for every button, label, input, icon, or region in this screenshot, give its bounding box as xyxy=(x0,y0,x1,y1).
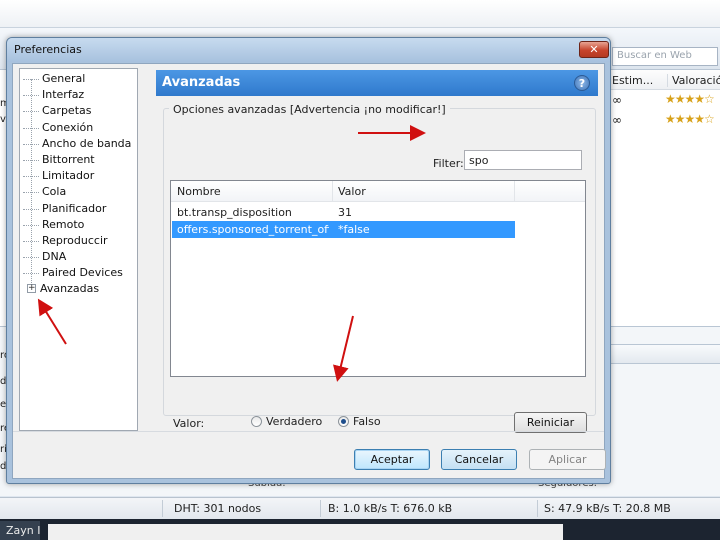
annotation-arrows xyxy=(37,125,426,382)
arrow-to-falso xyxy=(333,315,354,382)
arrow-to-avanzadas xyxy=(37,298,67,345)
